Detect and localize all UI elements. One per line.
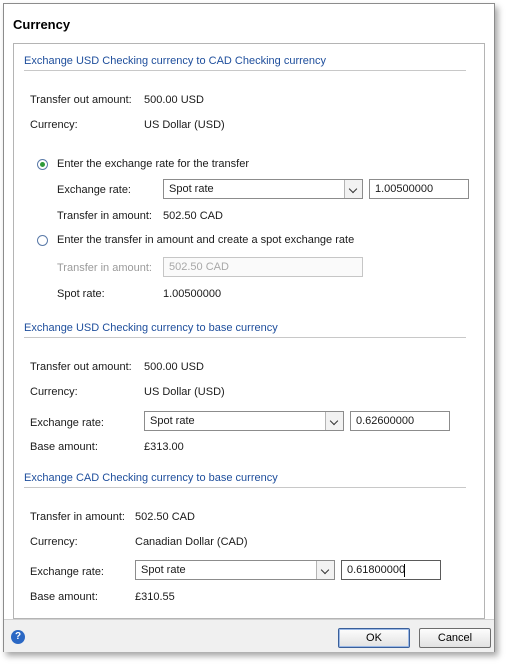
- chevron-down-icon[interactable]: [325, 412, 343, 430]
- base-amount-value: £310.55: [135, 591, 175, 603]
- transfer-out-label: Transfer out amount:: [30, 361, 132, 373]
- currency-dialog: Currency Exchange USD Checking currency …: [3, 3, 495, 652]
- radio-create-spot-rate[interactable]: [37, 235, 48, 246]
- section-divider: [24, 337, 466, 338]
- dialog-footer: ? OK Cancel: [4, 619, 494, 652]
- transfer-in-label: Transfer in amount:: [30, 511, 125, 523]
- transfer-out-value: 500.00 USD: [144, 94, 204, 106]
- currency-value: US Dollar (USD): [144, 386, 225, 398]
- base-amount-label: Base amount:: [30, 441, 98, 453]
- spot-rate-label: Spot rate:: [57, 288, 105, 300]
- transfer-in-amount-label: Transfer in amount:: [57, 262, 152, 274]
- dialog-title: Currency: [13, 17, 71, 32]
- exchange-rate-type-value: Spot rate: [141, 564, 186, 576]
- base-amount-label: Base amount:: [30, 591, 98, 603]
- ok-button[interactable]: OK: [338, 628, 410, 648]
- transfer-in-label: Transfer in amount:: [57, 210, 152, 222]
- currency-value: Canadian Dollar (CAD): [135, 536, 248, 548]
- transfer-out-label: Transfer out amount:: [30, 94, 132, 106]
- section-divider: [24, 487, 466, 488]
- chevron-down-icon[interactable]: [344, 180, 362, 198]
- radio-enter-exchange-rate[interactable]: [37, 159, 48, 170]
- radio-create-spot-rate-label[interactable]: Enter the transfer in amount and create …: [57, 234, 354, 246]
- text-cursor: [404, 564, 405, 577]
- transfer-in-amount-input[interactable]: 502.50 CAD: [163, 257, 363, 277]
- base-amount-value: £313.00: [144, 441, 184, 453]
- exchange-rate-input[interactable]: 1.00500000: [369, 179, 469, 199]
- cancel-button[interactable]: Cancel: [419, 628, 491, 648]
- radio-enter-exchange-rate-label[interactable]: Enter the exchange rate for the transfer: [57, 158, 249, 170]
- currency-label: Currency:: [30, 119, 78, 131]
- section-usd-to-base-title: Exchange USD Checking currency to base c…: [24, 322, 278, 334]
- section-cad-to-base-title: Exchange CAD Checking currency to base c…: [24, 472, 278, 484]
- chevron-down-icon[interactable]: [316, 561, 334, 579]
- exchange-rate-input[interactable]: 0.61800000: [341, 560, 441, 580]
- currency-label: Currency:: [30, 536, 78, 548]
- section-usd-to-cad-title: Exchange USD Checking currency to CAD Ch…: [24, 55, 327, 67]
- exchange-rate-type-select[interactable]: Spot rate: [135, 560, 335, 580]
- exchange-rate-type-value: Spot rate: [169, 183, 214, 195]
- currency-pane: Exchange USD Checking currency to CAD Ch…: [13, 43, 485, 619]
- exchange-rate-type-select[interactable]: Spot rate: [144, 411, 344, 431]
- currency-label: Currency:: [30, 386, 78, 398]
- section-divider: [24, 70, 466, 71]
- transfer-in-value: 502.50 CAD: [135, 511, 195, 523]
- exchange-rate-label: Exchange rate:: [57, 184, 131, 196]
- transfer-out-value: 500.00 USD: [144, 361, 204, 373]
- exchange-rate-type-select[interactable]: Spot rate: [163, 179, 363, 199]
- help-icon[interactable]: ?: [11, 630, 25, 644]
- exchange-rate-type-value: Spot rate: [150, 415, 195, 427]
- spot-rate-value: 1.00500000: [163, 288, 222, 300]
- exchange-rate-input[interactable]: 0.62600000: [350, 411, 450, 431]
- transfer-in-value: 502.50 CAD: [163, 210, 223, 222]
- currency-value: US Dollar (USD): [144, 119, 225, 131]
- exchange-rate-label: Exchange rate:: [30, 417, 104, 429]
- exchange-rate-label: Exchange rate:: [30, 566, 104, 578]
